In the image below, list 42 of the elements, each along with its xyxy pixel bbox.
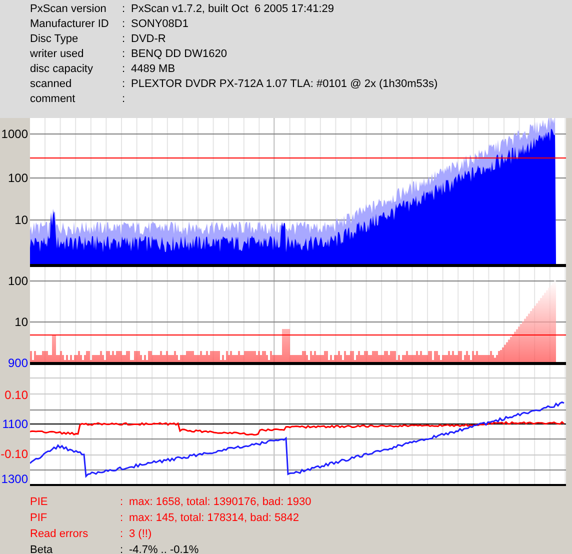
field-label: Read errors (30, 526, 90, 542)
field-value: PxScan v1.7.2, built Oct 6 2005 17:41:29 (131, 2, 334, 18)
axis-tick-label: 100 (8, 171, 28, 185)
field-label: Disc Type (30, 32, 80, 48)
separator-colon: : (120, 542, 124, 554)
field-label: PIF (30, 510, 48, 526)
axis-tick-label: -0.10 (0, 447, 28, 461)
separator-colon: : (122, 92, 126, 108)
field-label: Manufacturer ID (30, 17, 110, 32)
axis-tick-label: 1300 (1, 472, 28, 486)
separator-colon: : (120, 526, 124, 542)
field-label: disc capacity (30, 62, 94, 78)
axis-tick-label: 10 (14, 315, 28, 329)
axis-tick-label: 1000 (1, 127, 28, 141)
field-value: max: 1658, total: 1390176, bad: 1930 (129, 494, 312, 510)
separator-colon: : (122, 32, 126, 48)
separator-colon: : (122, 2, 126, 18)
field-value: PLEXTOR DVDR PX-712A 1.07 TLA: #0101 @ 2x (1h30m53s) (131, 77, 438, 92)
field-value: 4489 MB (131, 62, 176, 78)
field-label: PIE (30, 494, 49, 510)
axis-tick-label: 0.10 (4, 388, 28, 402)
separator-colon: : (122, 77, 126, 92)
axis-tick-label: 900 (8, 356, 28, 370)
field-label: comment (30, 92, 76, 108)
separator-colon: : (122, 17, 126, 32)
axis-tick-label: 100 (8, 274, 28, 288)
separator-colon: : (120, 510, 124, 526)
separator-colon: : (120, 494, 124, 510)
field-label: Beta (30, 542, 54, 554)
field-label: PxScan version (30, 2, 108, 18)
field-value: SONY08D1 (131, 17, 188, 32)
axis-tick-label: 10 (14, 213, 28, 227)
field-value: 3 (!!) (129, 526, 152, 542)
field-value: DVD-R (131, 32, 166, 48)
separator-colon: : (122, 47, 126, 62)
axis-tick-label: 1100 (2, 417, 28, 431)
separator-colon: : (122, 62, 126, 78)
field-value: BENQ DD DW1620 (131, 47, 227, 62)
field-label: writer used (30, 47, 85, 62)
field-value: max: 145, total: 178314, bad: 5842 (129, 510, 300, 526)
field-label: scanned (30, 77, 73, 92)
field-value: -4.7% .. -0.1% (129, 542, 199, 554)
